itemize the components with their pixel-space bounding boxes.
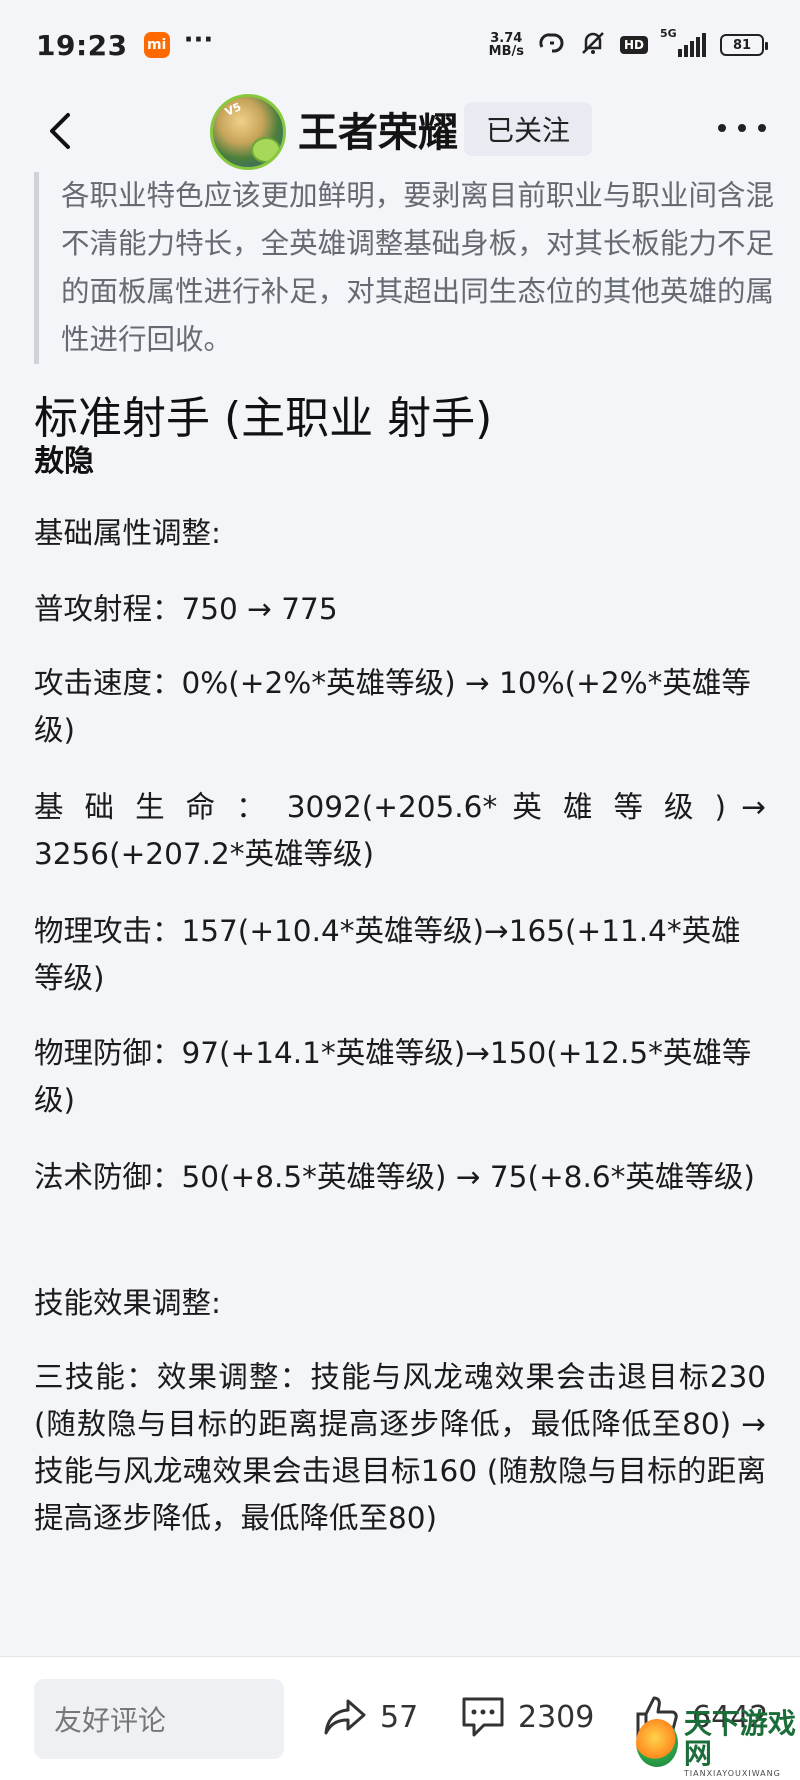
page-header: V5 王者荣耀 已关注 xyxy=(0,86,800,176)
dot-icon xyxy=(718,124,726,132)
watermark-text: 天下游戏网 TIANXIAYOUXIWANG xyxy=(683,1706,800,1778)
mi-app-icon: mi xyxy=(143,32,170,58)
attack-speed-line: 攻击速度：0%(+2%*英雄等级) → 10%(+2%*英雄等级) xyxy=(34,666,751,747)
hero-name: 敖隐 xyxy=(34,444,94,479)
follow-button[interactable]: 已关注 xyxy=(464,102,592,156)
section-title: 标准射手 (主职业 射手) xyxy=(34,393,493,444)
battery-level: 81 xyxy=(732,37,752,53)
physical-attack-line: 物理攻击：157(+10.4*英雄等级)→165(+11.4*英雄等级) xyxy=(34,914,741,995)
status-bar: 19:23 mi ··· 3.74 MB/s HD 5G 81 xyxy=(0,0,800,90)
comment-input[interactable]: 友好评论 xyxy=(34,1679,284,1759)
quote-block: 各职业特色应该更加鲜明，要剥离目前职业与职业间含混不清能力特长，全英雄调整基础身… xyxy=(34,172,774,364)
network-speed-unit: MB/s xyxy=(488,44,524,59)
base-hp-line: 基 础 生 命 ： 3092(+205.6* 英 雄 等 级 ) → 3256(… xyxy=(34,790,766,871)
comment-count: 2309 xyxy=(518,1699,595,1735)
dot-icon xyxy=(738,124,746,132)
battery-icon: 81 xyxy=(720,34,768,56)
chevron-left-icon xyxy=(50,113,70,149)
share-icon xyxy=(324,1699,366,1735)
watermark-logo-icon xyxy=(636,1719,678,1767)
share-count: 57 xyxy=(380,1699,419,1735)
status-icons: 3.74 MB/s HD 5G 81 xyxy=(489,27,768,60)
back-button[interactable] xyxy=(40,106,80,156)
attack-range-line: 普攻射程：750 → 775 xyxy=(34,592,338,626)
skill-effects-heading: 技能效果调整: xyxy=(34,1286,221,1320)
network-speed: 3.74 MB/s xyxy=(489,32,524,58)
avatar[interactable]: V5 xyxy=(210,94,286,170)
more-options-button[interactable] xyxy=(718,108,766,148)
more-notifications-icon: ··· xyxy=(183,25,214,55)
signal-icon: 5G xyxy=(660,27,706,57)
network-type: 5G xyxy=(660,27,677,40)
watermark-title: 天下游戏网 xyxy=(683,1706,796,1770)
status-time: 19:23 xyxy=(36,28,128,62)
hotspot-icon xyxy=(538,31,566,59)
watermark-subtitle: TIANXIAYOUXIWANG xyxy=(683,1768,781,1778)
share-button[interactable]: 57 xyxy=(322,1687,418,1747)
dot-icon xyxy=(758,124,766,132)
comment-icon xyxy=(462,1697,504,1737)
mute-bell-icon xyxy=(580,30,606,60)
base-attributes-heading: 基础属性调整: xyxy=(34,516,221,550)
account-name[interactable]: 王者荣耀 xyxy=(298,100,458,158)
comment-button[interactable]: 2309 xyxy=(460,1687,594,1747)
hd-icon: HD xyxy=(619,36,648,54)
avatar-pet-icon xyxy=(251,137,281,163)
magic-defense-line: 法术防御：50(+8.5*英雄等级) → 75(+8.6*英雄等级) xyxy=(34,1160,755,1194)
watermark: 天下游戏网 TIANXIAYOUXIWANG xyxy=(636,1706,800,1780)
physical-defense-line: 物理防御：97(+14.1*英雄等级)→150(+12.5*英雄等级) xyxy=(34,1036,752,1117)
skill3-change-line: 三技能：效果调整：技能与风龙魂效果会击退目标230 (随敖隐与目标的距离提高逐步… xyxy=(34,1360,766,1535)
avatar-level-badge: V5 xyxy=(223,100,244,119)
